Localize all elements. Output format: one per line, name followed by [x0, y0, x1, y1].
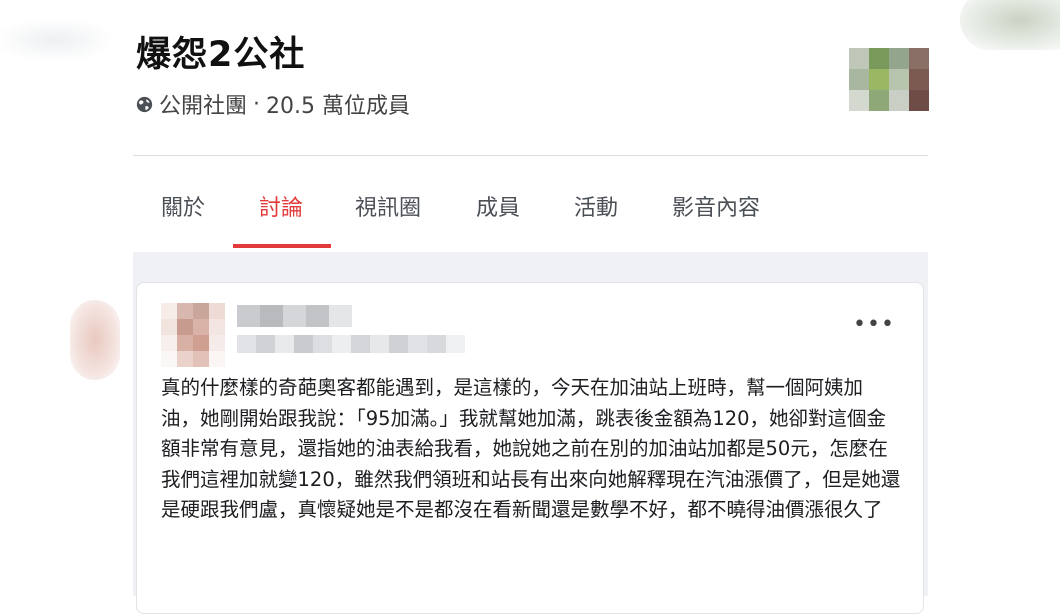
tab-about[interactable]: 關於 — [161, 190, 205, 222]
author-name[interactable] — [237, 305, 467, 327]
author-avatar[interactable] — [161, 303, 225, 367]
tab-video-circle[interactable]: 視訊圈 — [355, 190, 421, 222]
more-options-icon[interactable]: ••• — [853, 314, 894, 336]
post-card: ••• 真的什麼樣的奇葩奧客都能遇到，是這樣的，今天在加油站上班時，幫一個阿姨加… — [136, 282, 924, 614]
globe-icon — [136, 96, 153, 112]
group-tabs: 關於 討論 視訊圈 成員 活動 影音內容 — [133, 156, 928, 252]
background-blur — [0, 20, 110, 60]
post-timestamp[interactable] — [237, 335, 465, 353]
avatar[interactable] — [849, 48, 929, 112]
group-name[interactable]: 爆怨2公社 — [136, 26, 305, 77]
meta-separator: · — [253, 91, 261, 117]
tab-events[interactable]: 活動 — [574, 190, 618, 222]
background-blur — [960, 0, 1060, 50]
privacy-label: 公開社團 — [159, 94, 248, 119]
tab-discussion[interactable]: 討論 — [259, 190, 303, 222]
active-tab-indicator — [233, 244, 331, 248]
group-header: 爆怨2公社 公開社團 · 20.5 萬位成員 — [133, 0, 929, 155]
group-meta: 公開社團 · 20.5 萬位成員 — [136, 88, 410, 120]
background-blur — [70, 300, 120, 380]
post-body: 真的什麼樣的奇葩奧客都能遇到，是這樣的，今天在加油站上班時，幫一個阿姨加油，她剛… — [161, 376, 901, 521]
tab-members[interactable]: 成員 — [476, 190, 520, 222]
member-count[interactable]: 20.5 萬位成員 — [266, 88, 410, 120]
tab-media[interactable]: 影音內容 — [672, 190, 760, 222]
